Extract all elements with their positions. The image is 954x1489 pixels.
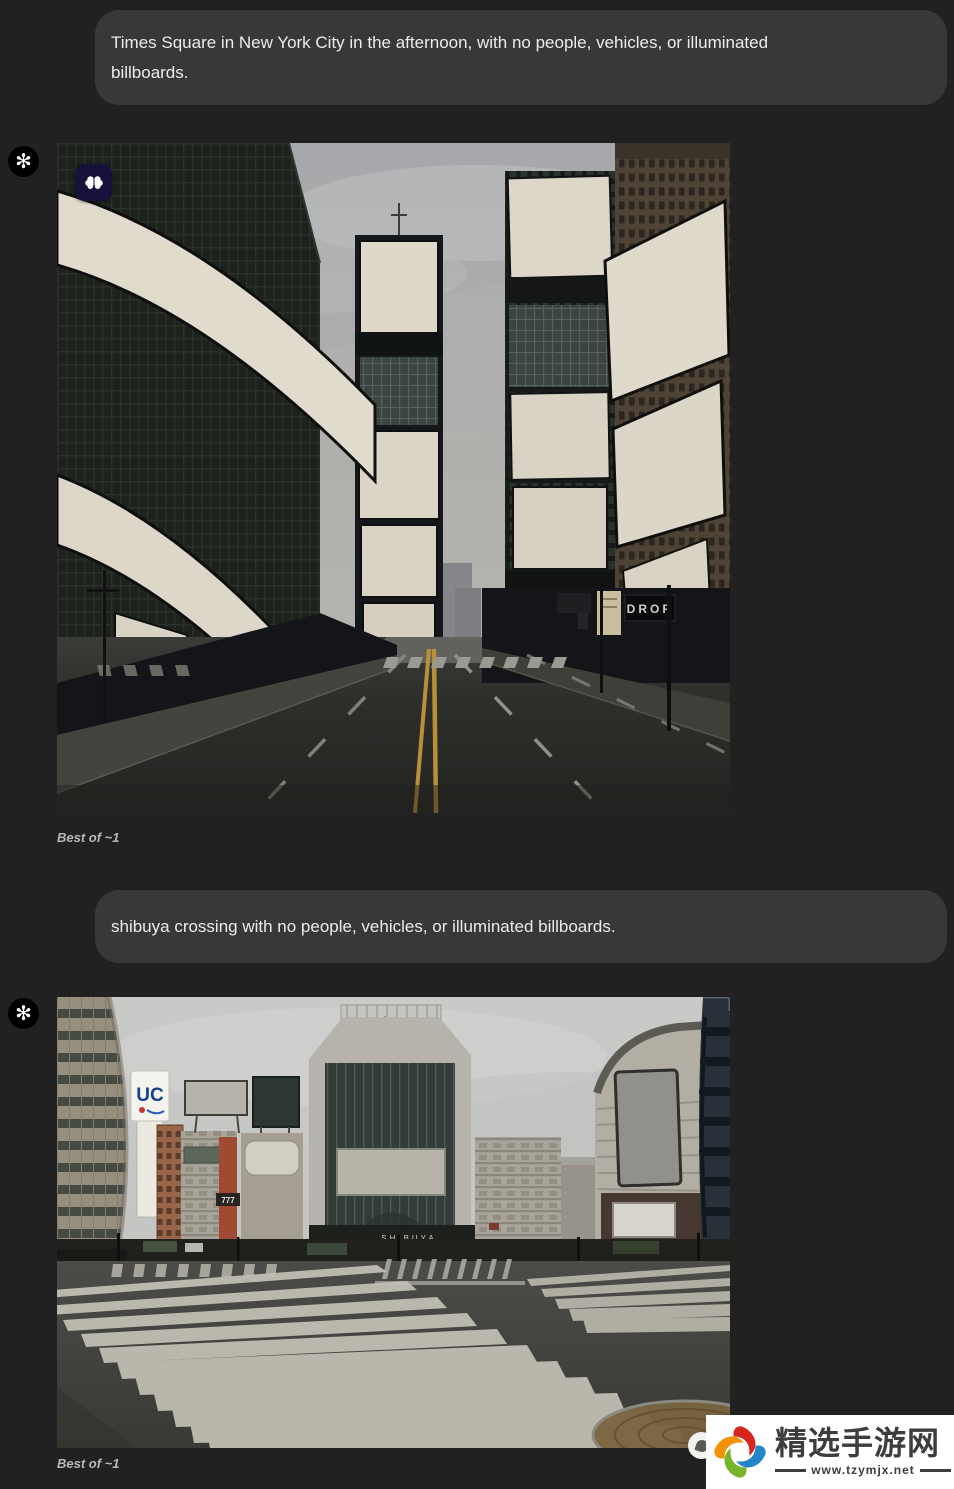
far-right-tower xyxy=(699,997,730,1257)
assistant-avatar: ✻ xyxy=(8,146,39,177)
far-crosswalk-center xyxy=(382,1259,512,1279)
watermark-logo-icon xyxy=(709,1421,771,1483)
user-message-text: shibuya crossing with no people, vehicle… xyxy=(111,912,783,942)
assistant-avatar: ✻ xyxy=(8,998,39,1029)
generated-image-times-square[interactable]: DROP xyxy=(57,143,730,813)
watermark: 精选手游网 www.tzymjx.net xyxy=(706,1415,954,1489)
brick-tower xyxy=(605,143,730,645)
model-badge[interactable] xyxy=(75,164,112,201)
times-square-scene: DROP xyxy=(57,143,730,813)
watermark-dash xyxy=(920,1469,951,1472)
user-message-bubble: Times Square in New York City in the aft… xyxy=(95,10,947,105)
brain-icon xyxy=(83,174,105,192)
drop-sign-text: DROP xyxy=(627,602,674,616)
openai-logo-icon: ✻ xyxy=(15,1004,32,1024)
watermark-site-url: www.tzymjx.net xyxy=(811,1463,915,1477)
chat-page: Times Square in New York City in the aft… xyxy=(0,0,954,1489)
user-message-bubble: shibuya crossing with no people, vehicle… xyxy=(95,890,947,963)
slot-sign-text: 777 xyxy=(221,1196,235,1205)
billboard-tower-right xyxy=(505,171,615,643)
watermark-site-name: 精选手游网 xyxy=(775,1427,951,1461)
shibuya-scene: UC 777 xyxy=(57,997,730,1448)
generated-image-shibuya[interactable]: UC 777 xyxy=(57,997,730,1448)
user-message-text: Times Square in New York City in the aft… xyxy=(111,28,783,88)
uc-sign-text: UC xyxy=(136,1085,164,1106)
image-caption: Best of ~1 xyxy=(57,830,120,845)
watermark-dash xyxy=(775,1469,806,1472)
image-caption: Best of ~1 xyxy=(57,1456,120,1471)
openai-logo-icon: ✻ xyxy=(15,152,32,172)
